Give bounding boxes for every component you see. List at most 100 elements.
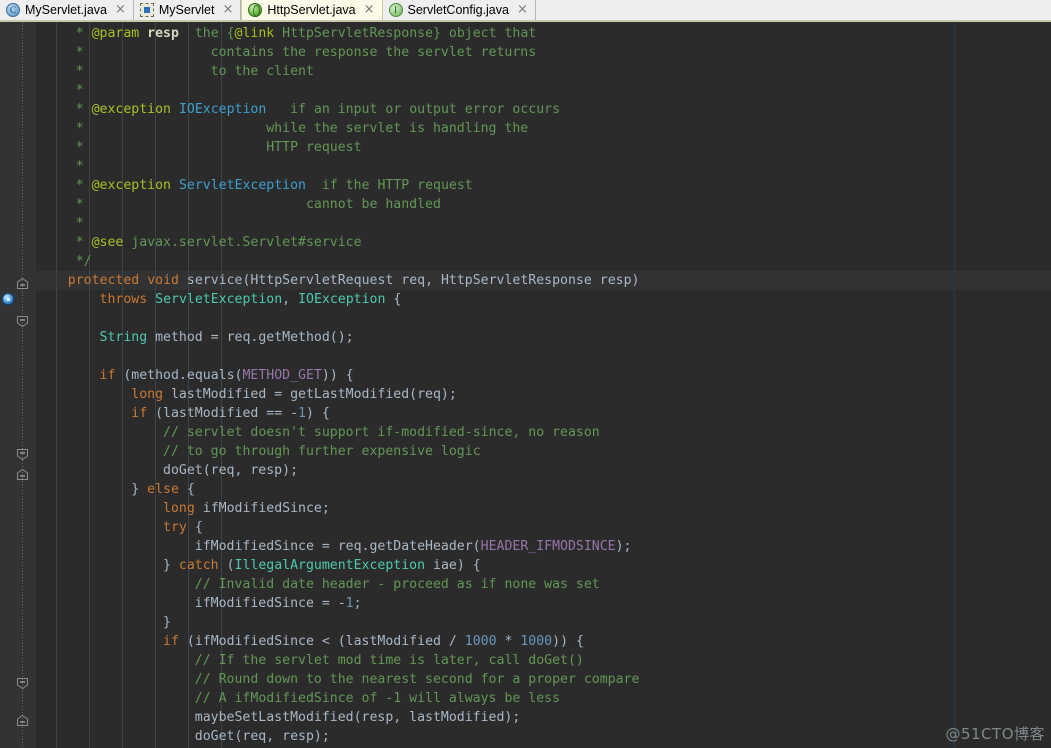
code-token-p: doGet(req, resp); [36,463,299,478]
code-token-p: maybeSetLastModified(resp, lastModified)… [36,710,521,725]
code-line[interactable]: long lastModified = getLastModified(req)… [36,385,1051,404]
code-token-doc: * HTTP request [36,140,362,155]
code-token-p [36,406,131,421]
code-line[interactable]: long ifModifiedSince; [36,499,1051,518]
code-line[interactable]: try { [36,518,1051,537]
code-line[interactable]: * while the servlet is handling the [36,119,1051,138]
code-token-p [36,292,100,307]
close-icon[interactable]: × [222,3,233,16]
code-token-kw: throws [99,292,148,307]
code-line[interactable]: // to go through further expensive logic [36,442,1051,461]
code-line[interactable]: // A ifModifiedSince of -1 will always b… [36,689,1051,708]
code-token-p [36,273,68,288]
code-token-doc: * cannot be handled [36,197,441,212]
code-line[interactable]: doGet(req, resp); [36,461,1051,480]
code-line[interactable]: ifModifiedSince = req.getDateHeader(HEAD… [36,537,1051,556]
code-token-p: doGet(req, resp); [36,729,330,744]
fold-collapse-down-icon[interactable] [16,677,29,690]
code-token-const: HEADER_IFMODSINCE [480,539,616,554]
fold-collapse-down-icon[interactable] [16,315,29,328]
code-token-p: (lastModified == - [147,406,299,421]
code-line[interactable]: if (method.equals(METHOD_GET)) { [36,366,1051,385]
code-token-doc: * [36,26,92,41]
editor-tab-httpservlet-java[interactable]: HttpServlet.java × [241,0,383,20]
code-token-p: { [178,482,195,497]
code-line[interactable]: } catch (IllegalArgumentException iae) { [36,556,1051,575]
editor-tab-servletconfig-java[interactable]: I ServletConfig.java × [382,0,536,20]
code-token-p: ifModifiedSince = req.getDateHeader( [36,539,481,554]
code-token-p: (method.equals( [115,368,243,383]
code-line[interactable]: // Invalid date header - proceed as if n… [36,575,1051,594]
code-line[interactable]: ifModifiedSince = -1; [36,594,1051,613]
code-line[interactable]: if (lastModified == -1) { [36,404,1051,423]
code-token-doc: * contains the response the servlet retu… [36,45,537,60]
code-line[interactable]: * [36,214,1051,233]
code-line[interactable]: * HTTP request [36,138,1051,157]
code-token-p [36,634,163,649]
run-method-icon[interactable] [2,293,14,305]
fold-collapse-up-icon[interactable] [16,277,29,290]
code-token-dtype: IOException [178,102,267,117]
code-token-cmt: // If the servlet mod time is later, cal… [194,653,584,668]
fold-collapse-up-icon[interactable] [16,468,29,481]
code-line[interactable]: // If the servlet mod time is later, cal… [36,651,1051,670]
fold-collapse-down-icon[interactable] [16,448,29,461]
code-editor[interactable]: * @param resp the {@link HttpServletResp… [0,22,1051,748]
close-icon[interactable]: × [115,3,126,16]
code-token-doc: * [36,178,92,193]
code-token-p: )) { [321,368,354,383]
web-servlet-icon [248,3,263,17]
code-token-doc: */ [36,254,92,269]
code-line[interactable]: * @exception ServletException if the HTT… [36,176,1051,195]
code-token-doc [171,178,179,193]
editor-tab-myservlet-java[interactable]: C MyServlet.java × [0,0,134,20]
code-line[interactable]: doGet(req, resp); [36,727,1051,746]
code-line[interactable]: maybeSetLastModified(resp, lastModified)… [36,708,1051,727]
code-line[interactable]: // Round down to the nearest second for … [36,670,1051,689]
code-token-kw: try [163,520,187,535]
code-token-p: ; [353,596,362,611]
code-line[interactable]: * [36,81,1051,100]
code-token-p: ifModifiedSince = - [36,596,346,611]
code-line[interactable]: * [36,157,1051,176]
close-icon[interactable]: × [517,3,528,16]
code-token-p [36,387,131,402]
code-line[interactable]: throws ServletException, IOException { [36,290,1051,309]
code-token-p: { [186,520,203,535]
code-token-p [139,273,147,288]
code-line[interactable]: * @see javax.servlet.Servlet#service [36,233,1051,252]
code-line[interactable] [36,347,1051,366]
code-content[interactable]: * @param resp the {@link HttpServletResp… [36,22,1051,746]
code-token-p: ); [615,539,632,554]
code-token-dtag: @see [91,235,124,250]
editor-tab-label: MyServlet [158,2,215,17]
code-token-doc: if an input or output error occurs [266,102,561,117]
code-line[interactable]: // servlet doesn't support if-modified-s… [36,423,1051,442]
code-line[interactable]: * contains the response the servlet retu… [36,43,1051,62]
code-token-p [36,501,163,516]
code-canvas[interactable]: * @param resp the {@link HttpServletResp… [36,22,1051,748]
fold-collapse-up-icon[interactable] [16,714,29,727]
code-line[interactable]: } else { [36,480,1051,499]
code-token-docb: resp [147,26,179,41]
code-token-kw: long [131,387,164,402]
code-line[interactable]: */ [36,252,1051,271]
code-token-doc: HttpServletResponse} object that [274,26,537,41]
code-line[interactable]: * to the client [36,62,1051,81]
code-token-p [36,691,195,706]
code-line[interactable]: } [36,613,1051,632]
code-line[interactable]: if (ifModifiedSince < (lastModified / 10… [36,632,1051,651]
code-token-dtype: ServletException [178,178,306,193]
code-line[interactable] [36,309,1051,328]
code-line[interactable]: String method = req.getMethod(); [36,328,1051,347]
code-token-num: 1 [298,406,306,421]
code-line[interactable]: * cannot be handled [36,195,1051,214]
editor-tab-myservlet[interactable]: MyServlet × [133,0,242,20]
code-line[interactable]: protected void service(HttpServletReques… [36,271,1051,290]
close-icon[interactable]: × [364,3,375,16]
code-token-p: ) { [305,406,330,421]
code-line[interactable]: * @exception IOException if an input or … [36,100,1051,119]
editor-gutter[interactable] [0,22,36,748]
code-token-kw: catch [178,558,219,573]
code-line[interactable]: * @param resp the {@link HttpServletResp… [36,24,1051,43]
